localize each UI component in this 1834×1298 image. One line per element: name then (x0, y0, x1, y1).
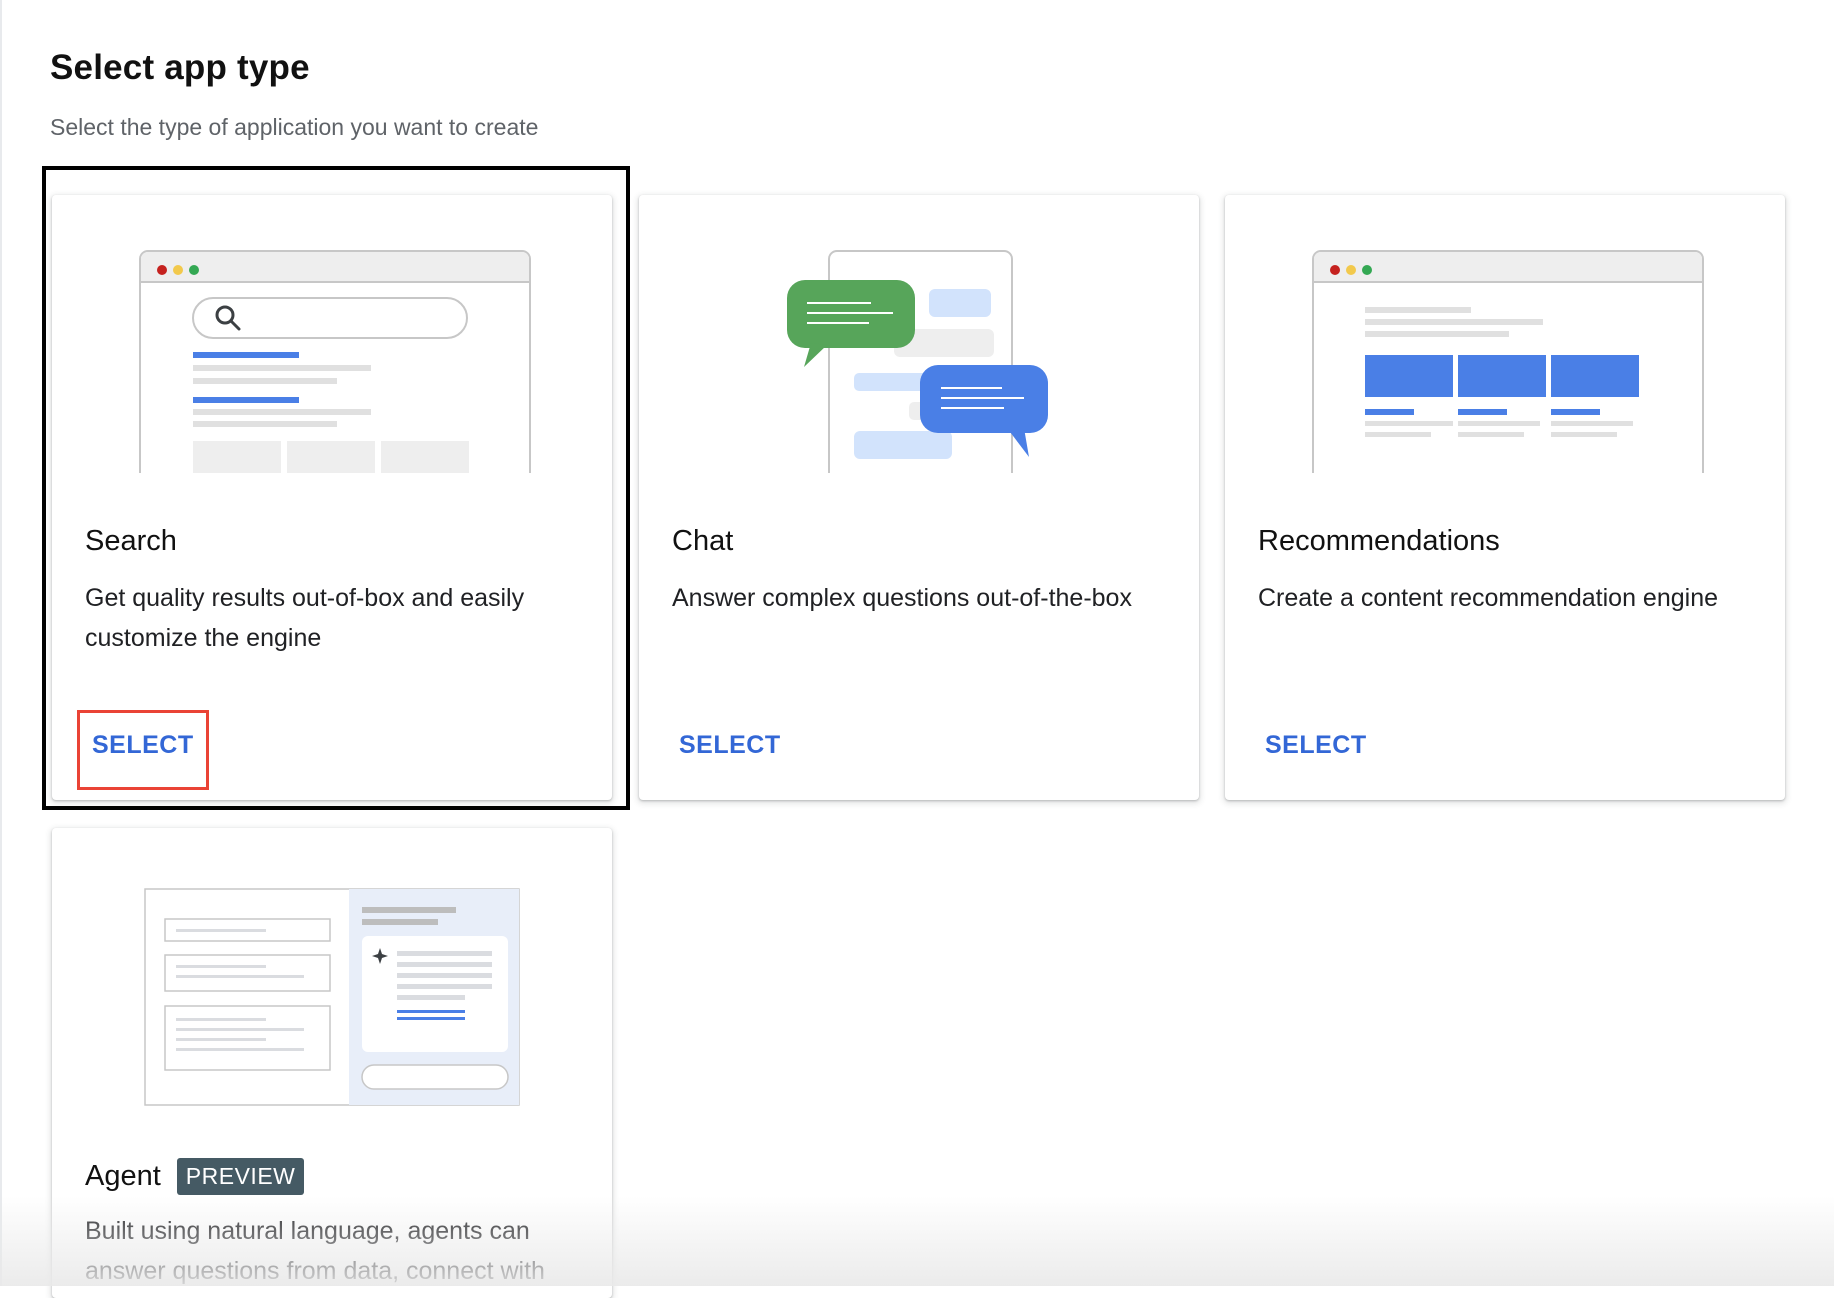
page-subtitle: Select the type of application you want … (50, 114, 539, 140)
card-description: Create a content recommendation engine (1258, 584, 1719, 612)
page-left-border (0, 0, 2, 1286)
app-type-card-chat[interactable]: Chat Answer complex questions out-of-the… (639, 195, 1199, 800)
card-description: Built using natural language, agents can… (85, 1217, 545, 1285)
preview-badge: PREVIEW (176, 1158, 305, 1195)
select-search-button[interactable]: SELECT (92, 731, 194, 760)
card-title: Agent PREVIEW (85, 1158, 305, 1195)
app-type-card-agent[interactable]: Agent PREVIEW Built using natural langua… (52, 828, 612, 1298)
card-description: Answer complex questions out-of-the-box (672, 584, 1132, 612)
chat-illustration (787, 250, 1048, 473)
agent-illustration (144, 888, 520, 1106)
app-type-card-search[interactable]: Search Get quality results out-of-box an… (52, 195, 612, 800)
card-title: Search (85, 525, 177, 557)
select-recommendations-button[interactable]: SELECT (1265, 731, 1367, 760)
card-title: Recommendations (1258, 525, 1500, 557)
recommendations-illustration (1312, 250, 1704, 473)
app-type-card-recommendations[interactable]: Recommendations Create a content recomme… (1225, 195, 1785, 800)
card-title: Chat (672, 525, 734, 557)
card-description: Get quality results out-of-box and easil… (85, 584, 525, 652)
search-illustration (139, 250, 531, 473)
page-title: Select app type (50, 48, 310, 87)
select-chat-button[interactable]: SELECT (679, 731, 781, 760)
